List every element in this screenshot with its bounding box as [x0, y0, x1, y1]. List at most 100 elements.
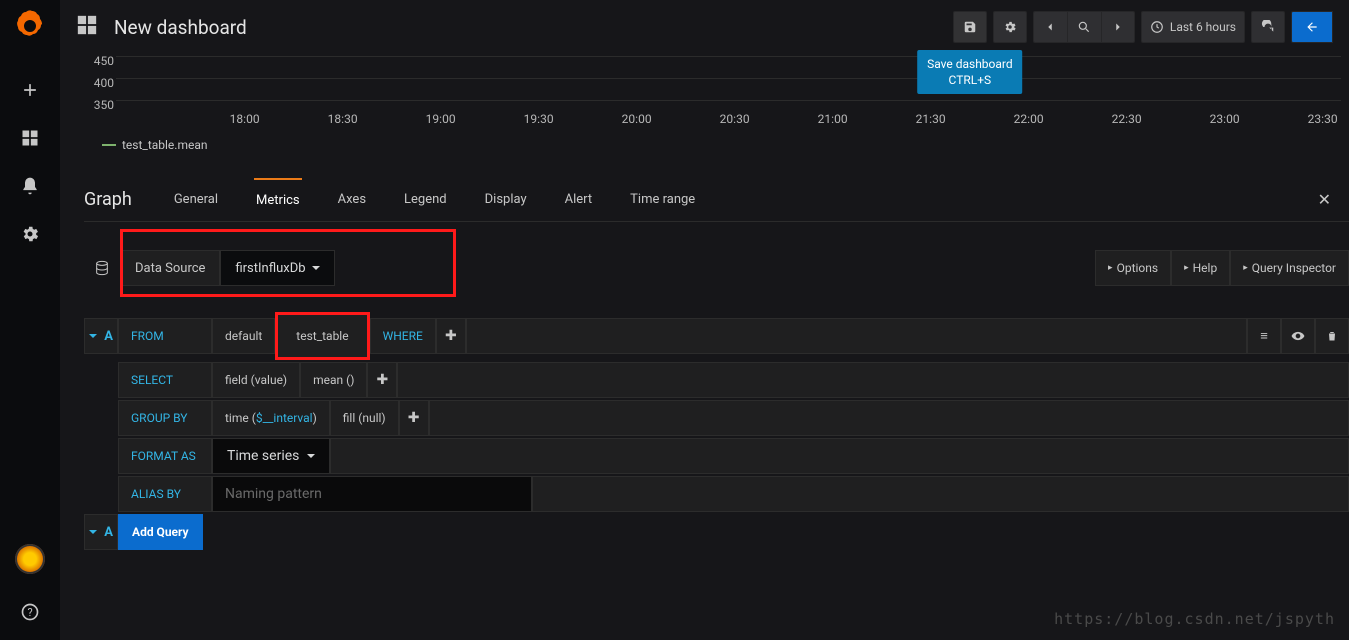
format-select[interactable]: Time series [212, 438, 330, 474]
where-add-button[interactable]: ✚ [436, 318, 466, 354]
select-keyword: SELECT [118, 362, 212, 398]
from-policy[interactable]: default [212, 318, 275, 354]
add-query-row: A Add Query [84, 514, 1349, 550]
x-tick: 18:00 [230, 112, 260, 126]
tab-legend[interactable]: Legend [402, 179, 449, 221]
tab-axes[interactable]: Axes [336, 179, 368, 221]
groupby-fill[interactable]: fill (null) [330, 400, 399, 436]
datasource-select[interactable]: firstInfluxDb [220, 250, 334, 286]
time-picker-button[interactable]: Last 6 hours [1141, 11, 1245, 43]
select-aggregation[interactable]: mean () [300, 362, 367, 398]
y-tick: 400 [84, 76, 114, 98]
tab-alert[interactable]: Alert [563, 179, 595, 221]
alias-input[interactable] [212, 476, 532, 512]
options-button[interactable]: ▸Options [1095, 250, 1171, 286]
x-tick: 20:30 [720, 112, 750, 126]
x-tick: 21:00 [818, 112, 848, 126]
datasource-icon [84, 260, 120, 276]
query-letter: A [104, 329, 113, 344]
query-letter: A [104, 525, 113, 540]
help-icon[interactable]: ? [10, 592, 50, 632]
time-forward-button[interactable] [1101, 11, 1135, 43]
alerts-icon[interactable] [10, 166, 50, 206]
groupby-time-param: $__interval [256, 411, 313, 425]
alias-keyword: ALIAS BY [118, 476, 212, 512]
legend-label: test_table.mean [122, 138, 208, 152]
row-fill [466, 318, 1247, 354]
help-button[interactable]: ▸Help [1171, 250, 1230, 286]
datasource-value: firstInfluxDb [235, 261, 305, 276]
groupby-keyword: GROUP BY [118, 400, 212, 436]
row-fill [397, 362, 1349, 398]
top-navbar: New dashboard Save dashboard CTRL+S Last… [60, 0, 1349, 54]
query-delete-button[interactable] [1315, 318, 1349, 354]
help-label: Help [1193, 261, 1218, 275]
query-visibility-button[interactable] [1281, 318, 1315, 354]
where-keyword[interactable]: WHERE [370, 318, 436, 354]
editor-close-button[interactable]: ✕ [1318, 190, 1331, 209]
editor-header: Graph General Metrics Axes Legend Displa… [84, 178, 1349, 222]
save-button[interactable]: Save dashboard CTRL+S [953, 11, 987, 43]
chart-legend[interactable]: test_table.mean [102, 138, 208, 152]
row-fill [330, 438, 1349, 474]
from-keyword: FROM [118, 318, 212, 354]
editor-title: Graph [84, 189, 132, 210]
tab-timerange[interactable]: Time range [628, 179, 697, 221]
zoom-out-button[interactable] [1067, 11, 1101, 43]
editor-tabs: General Metrics Axes Legend Display Aler… [172, 179, 697, 221]
from-measurement[interactable]: test_table [275, 312, 369, 360]
y-tick: 450 [84, 54, 114, 76]
query-row-format: FORMAT AS Time series [84, 438, 1349, 474]
user-avatar[interactable] [15, 544, 45, 574]
inspector-label: Query Inspector [1252, 261, 1336, 275]
add-icon[interactable] [10, 70, 50, 110]
x-tick: 22:30 [1112, 112, 1142, 126]
settings-icon[interactable] [10, 214, 50, 254]
groupby-time[interactable]: time ($__interval) [212, 400, 330, 436]
format-value: Time series [227, 448, 299, 464]
chart-panel: 450 400 350 18:00 18:30 19:00 19:30 20:0… [84, 54, 1341, 166]
options-label: Options [1117, 261, 1159, 275]
select-field[interactable]: field (value) [212, 362, 300, 398]
tab-general[interactable]: General [172, 179, 220, 221]
x-tick: 23:30 [1308, 112, 1338, 126]
chart-y-axis: 450 400 350 [84, 54, 114, 120]
watermark: https://blog.csdn.net/jspyth [1054, 610, 1335, 628]
x-tick: 21:30 [916, 112, 946, 126]
select-add-button[interactable]: ✚ [367, 362, 397, 398]
query-row-select: SELECT field (value) mean () ✚ [84, 362, 1349, 398]
x-tick: 18:30 [328, 112, 358, 126]
save-tooltip: Save dashboard CTRL+S [917, 50, 1023, 94]
back-to-dashboard-button[interactable] [1291, 11, 1333, 43]
query-toggle-button[interactable]: A [84, 318, 118, 354]
svg-text:?: ? [27, 606, 32, 619]
dashboard-title[interactable]: New dashboard [114, 16, 247, 39]
dashboards-icon[interactable] [10, 118, 50, 158]
time-back-button[interactable] [1033, 11, 1067, 43]
tooltip-line1: Save dashboard [927, 56, 1013, 72]
query-row-alias: ALIAS BY [84, 476, 1349, 512]
panel-editor: Graph General Metrics Axes Legend Displa… [84, 178, 1349, 550]
caret-down-icon [307, 454, 315, 458]
x-tick: 19:30 [524, 112, 554, 126]
query-row-groupby: GROUP BY time ($__interval) fill (null) … [84, 400, 1349, 436]
add-query-button[interactable]: Add Query [118, 514, 203, 550]
x-tick: 20:00 [622, 112, 652, 126]
query-inspector-button[interactable]: ▸Query Inspector [1230, 250, 1349, 286]
datasource-label: Data Source [120, 250, 220, 286]
dashboard-icon[interactable] [76, 14, 98, 40]
tab-metrics[interactable]: Metrics [254, 178, 302, 221]
caret-down-icon [89, 530, 97, 534]
dashboard-settings-button[interactable] [993, 11, 1027, 43]
query-menu-button[interactable]: ≡ [1247, 318, 1281, 354]
x-tick: 19:00 [426, 112, 456, 126]
query-row-from: A FROM default test_table WHERE ✚ ≡ [84, 318, 1349, 360]
tab-display[interactable]: Display [483, 179, 529, 221]
grafana-logo[interactable] [14, 10, 46, 42]
groupby-add-button[interactable]: ✚ [399, 400, 429, 436]
format-keyword: FORMAT AS [118, 438, 212, 474]
caret-down-icon [89, 334, 97, 338]
refresh-button[interactable] [1251, 11, 1285, 43]
add-query-toggle[interactable]: A [84, 514, 118, 550]
groupby-time-post: ) [313, 411, 317, 425]
